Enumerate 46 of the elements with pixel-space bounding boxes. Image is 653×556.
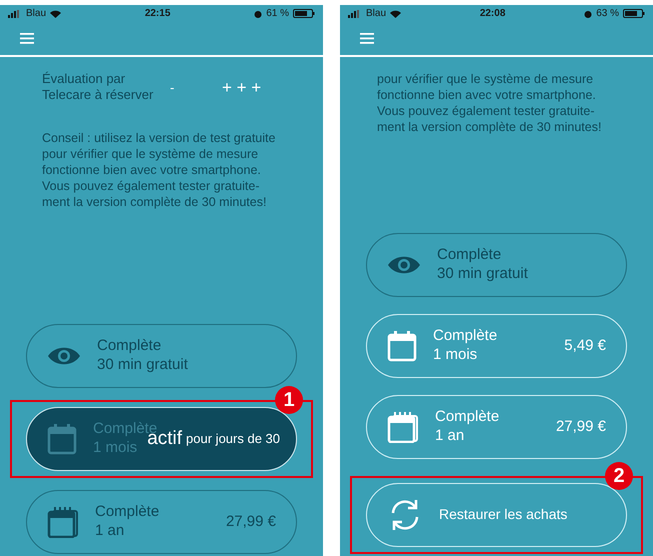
- battery-icon: [292, 9, 315, 18]
- plan-subtitle: 1 mois: [93, 439, 138, 458]
- menu-icon[interactable]: [20, 33, 34, 44]
- plan-price: 27,99 €: [556, 416, 606, 437]
- plan-price: 5,49 €: [564, 336, 606, 356]
- rating-label: Évaluation par Telecare à réserver: [42, 71, 154, 104]
- battery-percent: 63 %: [596, 7, 619, 21]
- calendar-icon: [47, 423, 77, 455]
- carrier-name: Blau: [366, 7, 386, 21]
- plan-subtitle: 1 an: [435, 427, 466, 446]
- rating-value: + + +: [222, 76, 262, 98]
- plan-title: Complète: [435, 408, 500, 427]
- battery-icon: [622, 9, 645, 18]
- plan-subtitle: 30 min gratuit: [97, 356, 188, 375]
- plan-title: Complète: [97, 337, 162, 356]
- annotation-badge: 1: [275, 386, 303, 414]
- plan-subtitle: 30 min gratuit: [437, 265, 528, 284]
- clock: 22:15: [144, 7, 170, 21]
- plan-title: Complète: [433, 327, 498, 346]
- plan-button[interactable]: Complète 1 an 27,99 €: [366, 395, 627, 459]
- carrier-name: Blau: [26, 7, 46, 21]
- wifi-icon: [50, 10, 62, 18]
- battery-percent: 61 %: [266, 7, 289, 21]
- plan-button[interactable]: Complète 1 mois actif pour jours de 30: [26, 407, 297, 471]
- calendar-icon: [387, 330, 417, 362]
- plan-title: Complète: [95, 503, 160, 522]
- plan-title: Restaurer les achats: [439, 506, 568, 524]
- plan-subtitle: 1 an: [95, 522, 126, 541]
- plan-subtitle: 1 mois: [433, 346, 478, 365]
- eye-icon: [47, 345, 81, 367]
- plan-price: 27,99 €: [226, 512, 276, 532]
- calendar-stack-icon: [47, 506, 79, 538]
- annotation-badge: 2: [605, 462, 633, 490]
- tip-text: Conseil : utilisez la version de test gratuite pour vérifier que le système de mesure fonctionne bien avec votre smartphone. Vous pouvez également tester gratuite-ment la version complète de 30 minutes!: [41, 130, 276, 210]
- clock: 22:08: [480, 7, 506, 21]
- signal-icon: [348, 10, 362, 18]
- plan-button[interactable]: Complète 1 mois 5,49 €: [366, 314, 627, 378]
- rating-value: -: [170, 78, 176, 96]
- tip-text: pour vérifier que le système de mesure fonctionne bien avec votre smartphone. Vous pouvez également tester gratuite-ment la version complète de 30 minutes!: [376, 71, 602, 135]
- active-detail: pour jours de 30: [186, 430, 280, 448]
- eye-icon: [387, 254, 421, 276]
- calendar-stack-icon: [387, 411, 419, 443]
- plan-title: Complète: [437, 246, 502, 265]
- wifi-icon: [390, 10, 402, 18]
- menu-icon[interactable]: [360, 33, 374, 44]
- signal-icon: [8, 10, 22, 18]
